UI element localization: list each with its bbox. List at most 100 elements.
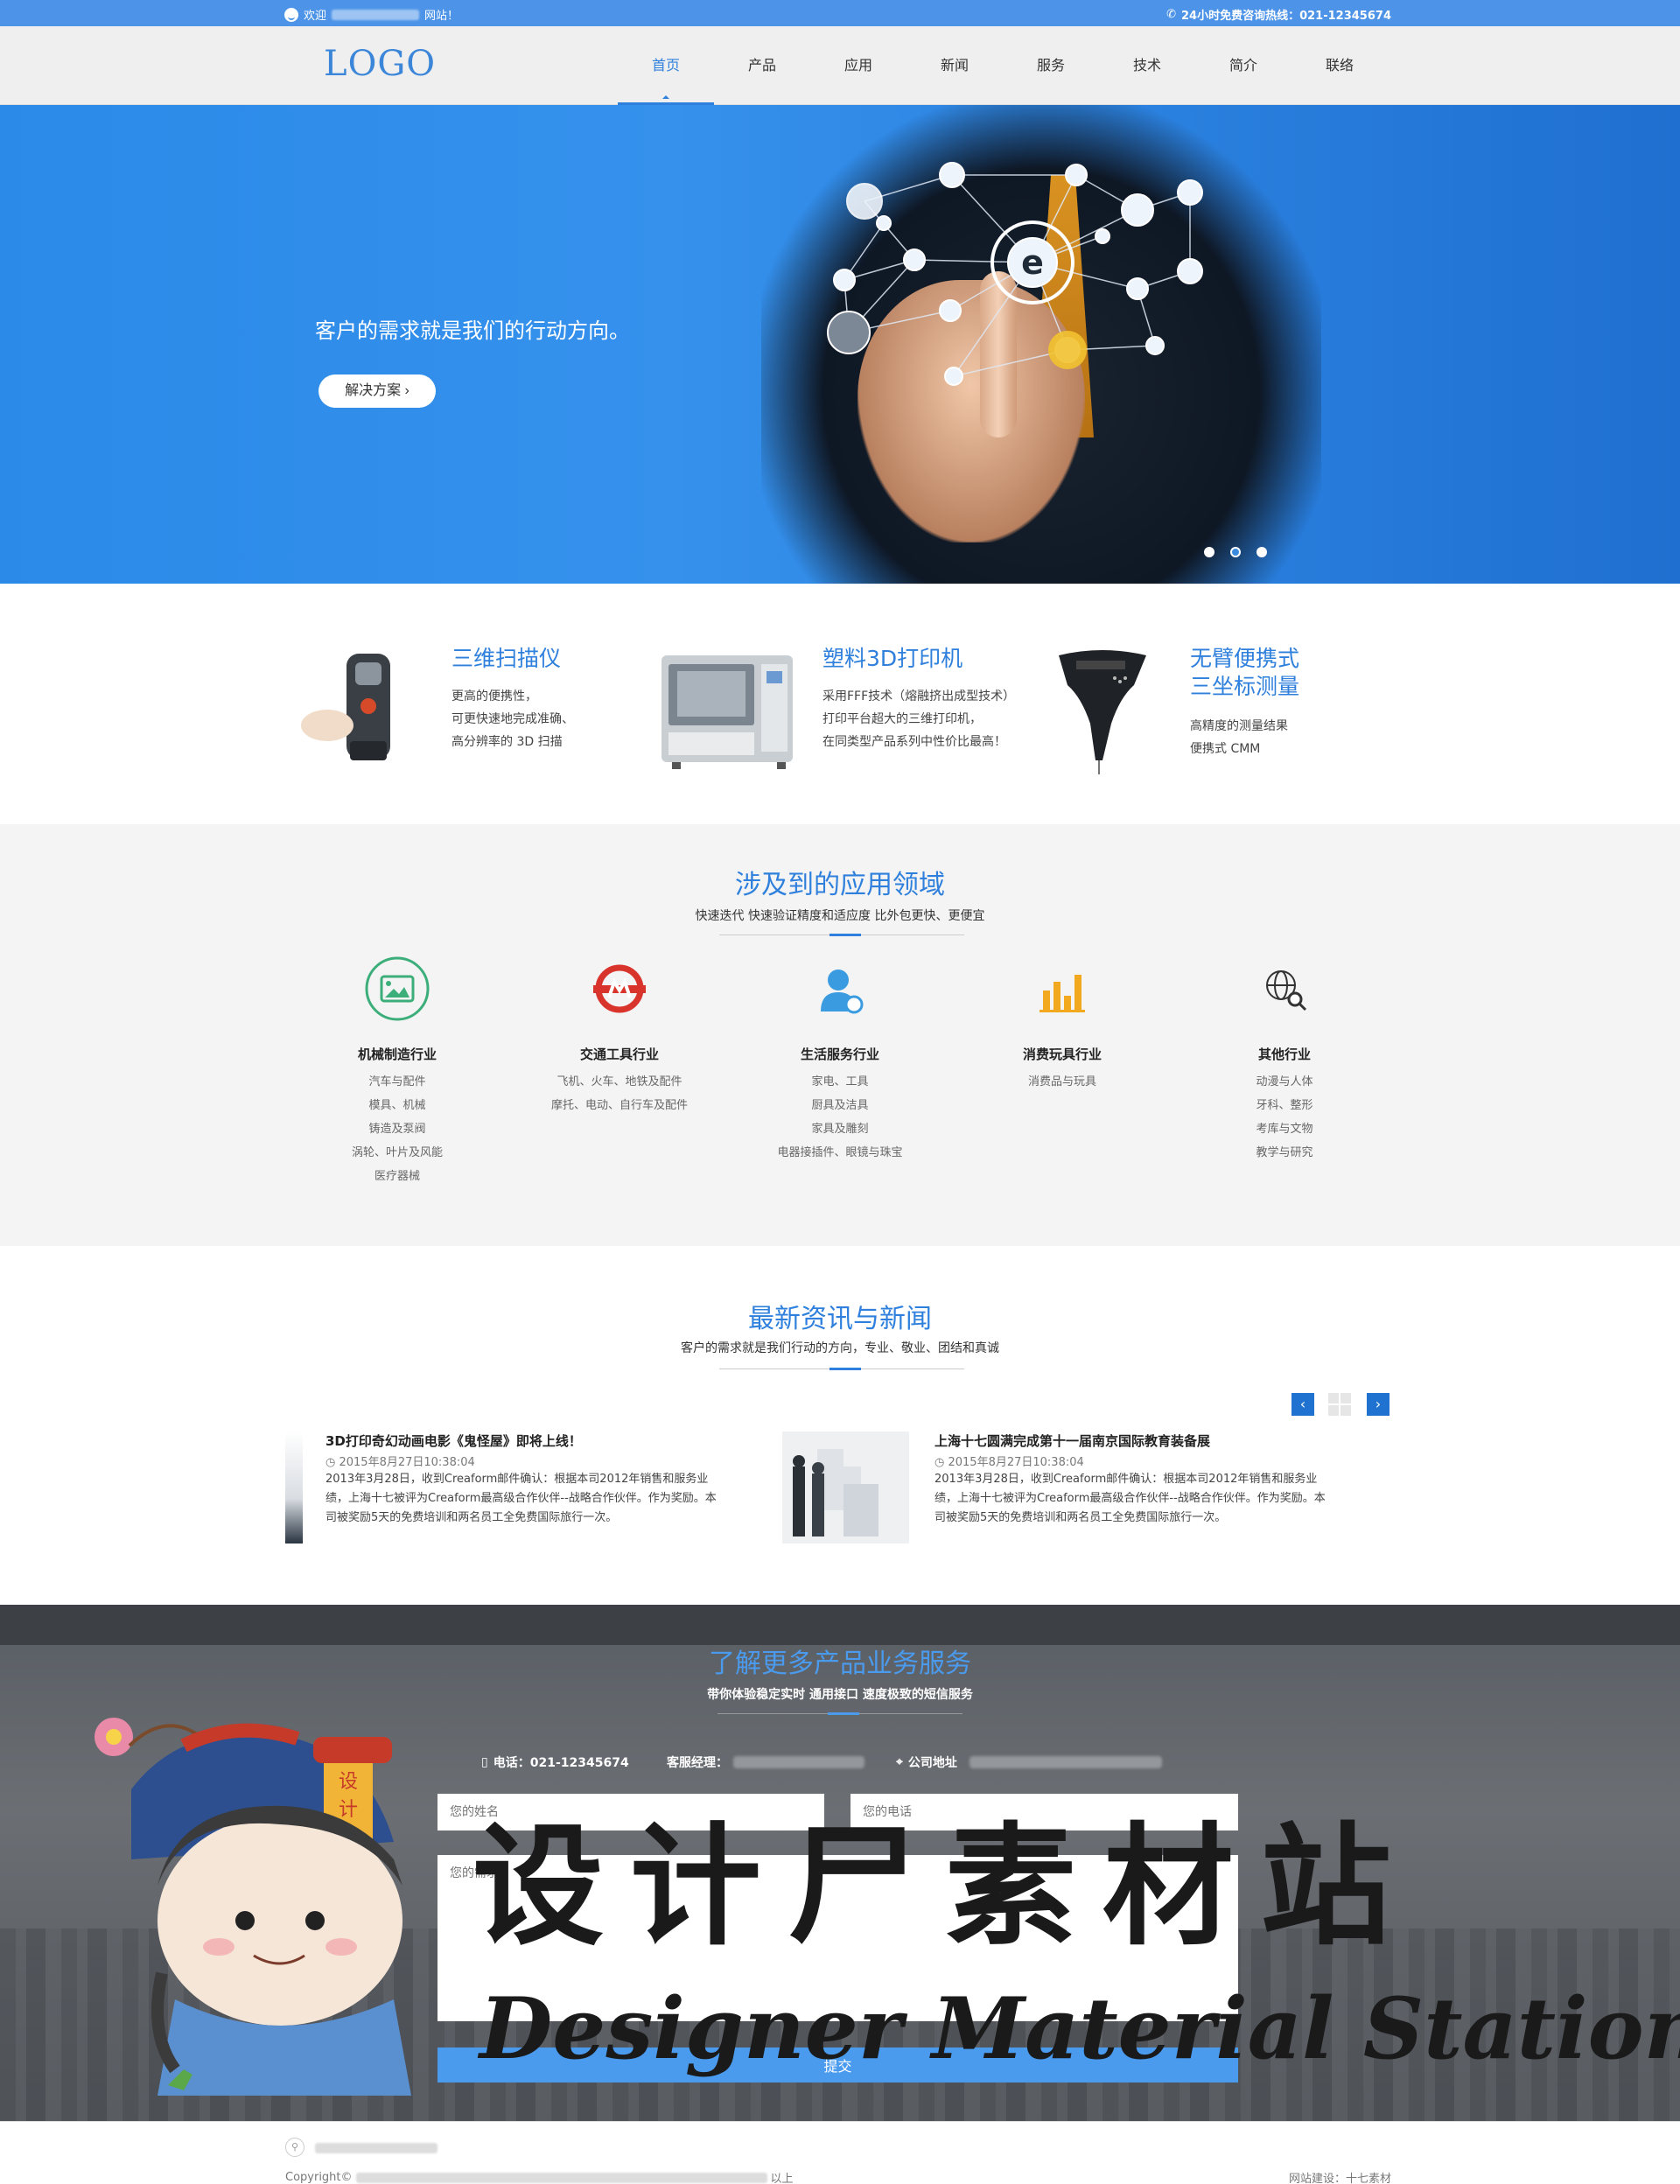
section-subtitle: 快速迭代 快速验证精度和适应度 比外包更快、更便宜 xyxy=(695,909,985,923)
product-line-2: 可更快速地完成准确、 xyxy=(452,712,574,726)
product-line-2: 便携式 CMM xyxy=(1190,742,1261,756)
page: 欢迎 网站！ ✆ 24小时免费咨询热线：021-12345674 LOGO 首页… xyxy=(0,0,1680,2184)
phone-input[interactable] xyxy=(850,1794,1238,1830)
nav-item-home[interactable]: 首页 xyxy=(618,26,714,105)
app-title: 生活服务行业 xyxy=(800,1046,879,1062)
slide-dot-3[interactable] xyxy=(1256,547,1267,557)
document-node-icon xyxy=(1048,331,1087,369)
app-column-transport[interactable]: 交通工具行业 飞机、火车、地铁及配件 摩托、电动、自行车及配件 xyxy=(532,956,707,1117)
app-item: 铸造及泵阀 xyxy=(368,1123,426,1136)
section-title: 涉及到的应用领域 xyxy=(735,870,945,900)
clock-icon: ◷ xyxy=(934,1456,948,1469)
nav-item-news[interactable]: 新闻 xyxy=(906,26,1003,105)
nav-item-contact[interactable]: 联络 xyxy=(1292,26,1388,105)
product-title: 三维扫描仪 xyxy=(452,646,562,671)
section-divider xyxy=(719,934,964,936)
section-title: 最新资讯与新闻 xyxy=(748,1304,932,1334)
section-divider xyxy=(719,1368,964,1370)
news-body: 2013年3月28日，收到Creaform邮件确认：根据本司2012年销售和服务… xyxy=(326,1473,717,1524)
app-item: 汽车与配件 xyxy=(368,1075,426,1088)
app-column-life-services[interactable]: 生活服务行业 家电、工具 厨具及洁具 家具及雕刻 电器接插件、眼镜与珠宝 xyxy=(752,956,928,1165)
app-title: 交通工具行业 xyxy=(579,1046,659,1062)
location-pin-icon: ⌖ xyxy=(896,1755,903,1769)
contact-subtitle: 带你体验稳定实时 通用接口 速度极致的短信服务 xyxy=(707,1688,973,1702)
products-section: 三维扫描仪 更高的便携性， 可更快速地完成准确、 高分辨率的 3D 扫描 塑料3… xyxy=(0,584,1680,824)
product-line-1: 高精度的测量结果 xyxy=(1190,719,1288,733)
app-title: 其他行业 xyxy=(1257,1046,1311,1062)
main-nav: 首页 产品 应用 新闻 服务 技术 简介 联络 xyxy=(618,26,1388,105)
app-item: 动漫与人体 xyxy=(1256,1075,1313,1088)
service-person-icon xyxy=(821,970,864,1014)
news-body: 2013年3月28日，收到Creaform邮件确认：根据本司2012年销售和服务… xyxy=(934,1473,1326,1524)
news-title[interactable]: 3D打印奇幻动画电影《鬼怪屋》即将上线！ xyxy=(326,1432,582,1450)
redacted-copyright xyxy=(355,2172,767,2183)
welcome-prefix: 欢迎 xyxy=(304,10,327,23)
welcome-suffix: 网站！ xyxy=(424,10,459,23)
nav-item-about[interactable]: 简介 xyxy=(1195,26,1292,105)
3d-printer-image xyxy=(662,655,793,769)
site-builder: 网站建设：十七素材 xyxy=(1288,2173,1391,2184)
product-line-3: 在同类型产品系列中性价比最高！ xyxy=(822,735,1006,749)
nav-item-services[interactable]: 服务 xyxy=(1003,26,1099,105)
phone-icon: ✆ xyxy=(1166,8,1176,21)
app-item: 电器接插件、眼镜与珠宝 xyxy=(777,1146,903,1159)
machine-icon xyxy=(365,956,430,1021)
app-title: 机械制造行业 xyxy=(357,1046,437,1062)
logo[interactable]: LOGO xyxy=(324,44,436,84)
network-graphic: e xyxy=(827,162,1203,386)
app-column-machinery[interactable]: 机械制造行业 汽车与配件 模具、机械 铸造及泵阀 涡轮、叶片及风能 医疗器械 xyxy=(310,956,485,1188)
smile-icon xyxy=(284,7,298,22)
copyright: Copyright© 以上 xyxy=(285,2171,794,2184)
app-column-consumer[interactable]: 消费玩具行业 消费品与玩具 xyxy=(975,956,1150,1094)
news-prev-button[interactable]: ‹ xyxy=(1292,1393,1314,1416)
contact-divider xyxy=(718,1712,962,1715)
app-item: 考库与文物 xyxy=(1256,1123,1313,1136)
3d-scanner-image xyxy=(301,654,390,760)
solutions-button[interactable]: 解决方案 › xyxy=(318,374,436,408)
slide-dot-2[interactable] xyxy=(1230,547,1241,557)
contact-phone: ▯ 电话：021-12345674 xyxy=(481,1755,629,1770)
nav-item-technology[interactable]: 技术 xyxy=(1099,26,1195,105)
clock-icon: ◷ xyxy=(326,1456,340,1469)
link-icon[interactable]: ⚲ xyxy=(285,2138,304,2157)
news-title[interactable]: 上海十七圆满完成第十一届南京国际教育装备展 xyxy=(934,1432,1210,1450)
news-date: ◷ 2015年8月27日10:38:04 xyxy=(326,1456,475,1469)
submit-button[interactable]: 提交 xyxy=(438,2048,1238,2082)
app-item: 厨具及洁具 xyxy=(811,1099,869,1112)
contact-top-strip xyxy=(0,1605,1680,1645)
contact-title: 了解更多产品业务服务 xyxy=(709,1648,971,1679)
hotline-text: 24小时免费咨询热线：021-12345674 xyxy=(1181,10,1391,23)
mobile-icon: ▯ xyxy=(481,1755,488,1769)
nav-item-products[interactable]: 产品 xyxy=(714,26,810,105)
product-title-line-1: 无臂便携式 xyxy=(1190,646,1300,671)
app-item: 消费品与玩具 xyxy=(1027,1075,1096,1088)
product-title-line-2: 三坐标测量 xyxy=(1190,674,1300,699)
app-item: 涡轮、叶片及风能 xyxy=(351,1146,443,1159)
app-column-other[interactable]: 其他行业 动漫与人体 牙科、整形 考库与文物 教学与研究 xyxy=(1197,956,1372,1165)
applications-section: 涉及到的应用领域 快速迭代 快速验证精度和适应度 比外包更快、更便宜 机械制造行… xyxy=(0,824,1680,1246)
cmm-probe-image xyxy=(1059,650,1146,774)
redacted-manager xyxy=(733,1756,864,1768)
redacted-site-name xyxy=(332,9,420,20)
news-date: ◷ 2015年8月27日10:38:04 xyxy=(934,1456,1084,1469)
nav-item-applications[interactable]: 应用 xyxy=(810,26,906,105)
app-item: 飞机、火车、地铁及配件 xyxy=(556,1075,682,1088)
news-next-button[interactable]: › xyxy=(1367,1393,1390,1416)
header: LOGO 首页 产品 应用 新闻 服务 技术 简介 联络 xyxy=(0,26,1680,105)
news-section: 最新资讯与新闻 客户的需求就是我们行动的方向，专业、敬业、团结和真诚 ‹ › 3… xyxy=(0,1246,1680,1605)
app-item: 模具、机械 xyxy=(368,1099,426,1112)
news-grid-icon xyxy=(1328,1393,1351,1416)
contact-address: ⌖ 公司地址 xyxy=(896,1754,1162,1771)
message-textarea[interactable] xyxy=(438,1855,1238,2021)
bar-chart-icon xyxy=(1040,975,1085,1012)
slider-dots xyxy=(1204,547,1267,557)
top-bar: 欢迎 网站！ ✆ 24小时免费咨询热线：021-12345674 xyxy=(0,0,1680,26)
app-item: 教学与研究 xyxy=(1256,1146,1313,1159)
app-item: 家电、工具 xyxy=(811,1075,869,1088)
news-thumbnail xyxy=(782,1432,909,1544)
slide-dot-1[interactable] xyxy=(1204,547,1214,557)
app-item: 医疗器械 xyxy=(374,1170,420,1183)
hero-banner: e 客户的需求就是我们的行动方向。 解决方案 › xyxy=(0,105,1680,584)
name-input[interactable] xyxy=(438,1794,824,1830)
section-subtitle: 客户的需求就是我们行动的方向，专业、敬业、团结和真诚 xyxy=(681,1341,999,1355)
